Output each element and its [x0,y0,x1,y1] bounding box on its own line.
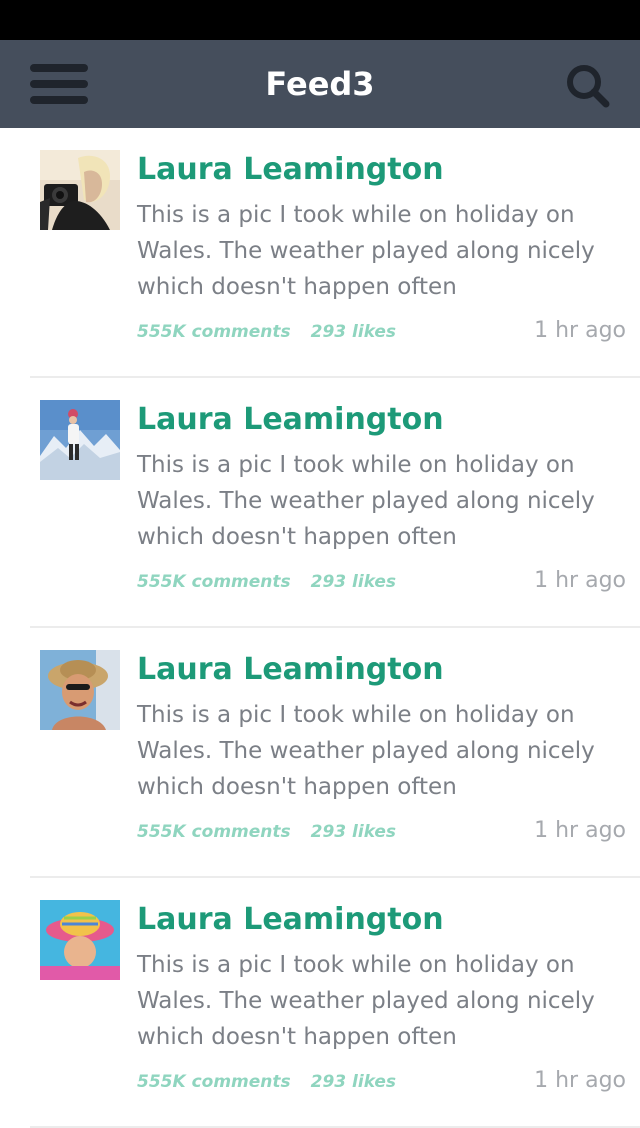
likes-link[interactable]: 293 likes [311,822,396,842]
avatar[interactable] [40,900,120,980]
post-time: 1 hr ago [534,1068,626,1093]
status-bar [0,0,640,40]
post-author[interactable]: Laura Leamington [137,900,444,940]
feed-item[interactable]: Laura Leamington This is a pic I took wh… [0,378,640,628]
page-title: Feed3 [265,65,375,103]
search-icon[interactable] [564,62,612,110]
menu-line [30,80,88,88]
likes-link[interactable]: 293 likes [311,322,396,342]
avatar[interactable] [40,400,120,480]
post-author[interactable]: Laura Leamington [137,400,444,440]
avatar[interactable] [40,150,120,230]
likes-link[interactable]: 293 likes [311,1072,396,1092]
post-stats: 555K comments 293 likes [137,572,396,592]
navigation-bar: Feed3 [0,40,640,128]
post-time: 1 hr ago [534,818,626,843]
post-stats: 555K comments 293 likes [137,322,396,342]
avatar[interactable] [40,650,120,730]
post-author[interactable]: Laura Leamington [137,650,444,690]
comments-link[interactable]: 555K comments [137,1072,291,1092]
post-time: 1 hr ago [534,318,626,343]
post-author[interactable]: Laura Leamington [137,150,444,190]
post-text: This is a pic I took while on holiday on… [137,202,595,300]
feed-item[interactable]: Laura Leamington This is a pic I took wh… [0,628,640,878]
post-stats: 555K comments 293 likes [137,822,396,842]
post-text: This is a pic I took while on holiday on… [137,952,595,1050]
hamburger-menu-icon[interactable] [30,62,90,106]
feed-list: Laura Leamington This is a pic I took wh… [0,128,640,1128]
post-stats: 555K comments 293 likes [137,1072,396,1092]
post-text: This is a pic I took while on holiday on… [137,452,595,550]
likes-link[interactable]: 293 likes [311,572,396,592]
feed-item[interactable]: Laura Leamington This is a pic I took wh… [0,878,640,1128]
comments-link[interactable]: 555K comments [137,822,291,842]
menu-line [30,64,88,72]
post-time: 1 hr ago [534,568,626,593]
post-text: This is a pic I took while on holiday on… [137,702,595,800]
feed-item[interactable]: Laura Leamington This is a pic I took wh… [0,128,640,378]
comments-link[interactable]: 555K comments [137,572,291,592]
comments-link[interactable]: 555K comments [137,322,291,342]
menu-line [30,96,88,104]
